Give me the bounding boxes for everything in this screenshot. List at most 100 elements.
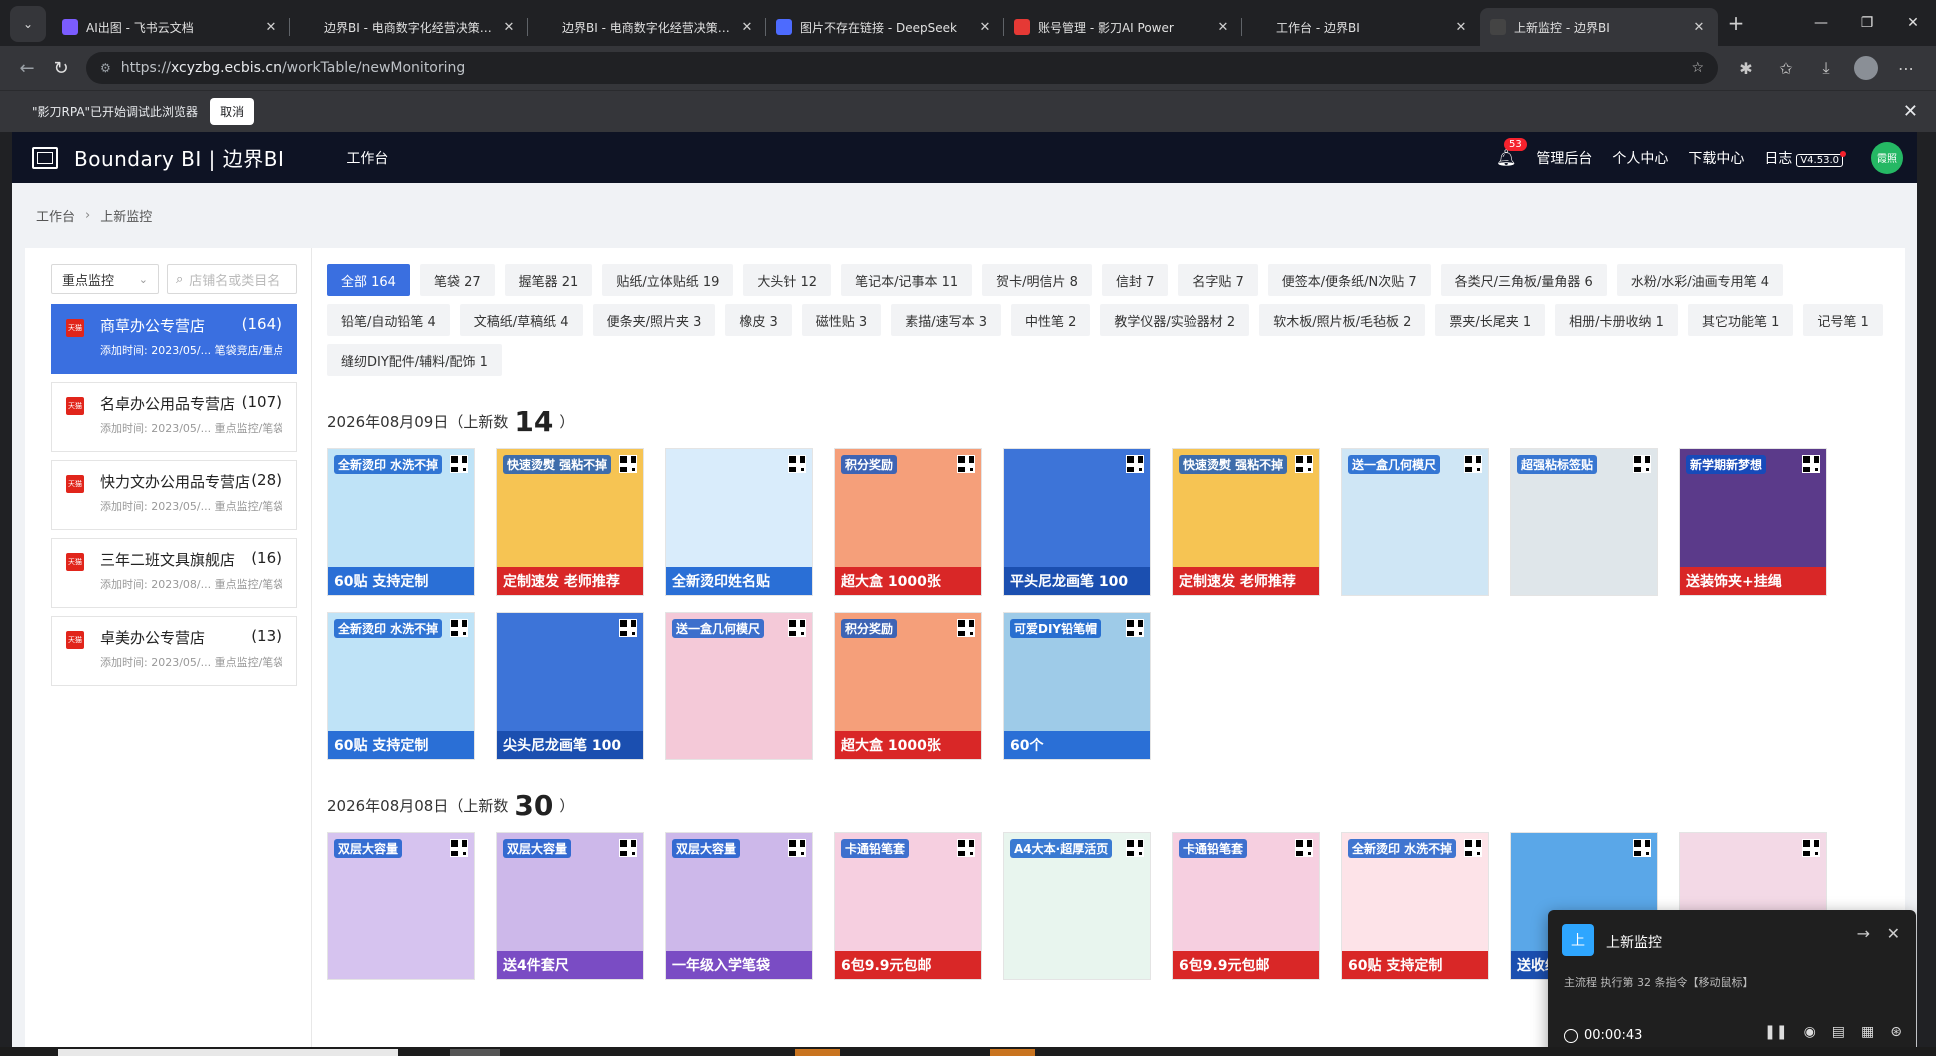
category-tag[interactable]: 素描/速写本 3 [891, 304, 1001, 336]
browser-tab[interactable]: 边界BI - 电商数字化经营决策系统 ✕ [290, 8, 528, 46]
shop-search-input[interactable]: ⌕ 店铺名或类目名 [167, 264, 297, 294]
browser-tab[interactable]: 账号管理 - 影刀AI Power ✕ [1004, 8, 1242, 46]
restore-button[interactable]: ❐ [1844, 0, 1890, 46]
category-tag[interactable]: 磁性贴 3 [801, 304, 882, 336]
downloads-icon[interactable]: ⤓ [1806, 51, 1846, 85]
widget-close-icon[interactable]: ✕ [1887, 924, 1900, 943]
qr-code-icon[interactable] [788, 619, 806, 637]
product-thumbnail[interactable]: 全新烫印 水洗不掉 60贴 支持定制 [327, 448, 475, 596]
product-thumbnail[interactable]: 快速烫熨 强粘不掉 定制速发 老师推荐 [496, 448, 644, 596]
product-thumbnail[interactable]: 全新烫印姓名贴 [665, 448, 813, 596]
app-logo-icon[interactable] [32, 146, 58, 169]
category-tag[interactable]: 铅笔/自动铅笔 4 [327, 304, 450, 336]
product-thumbnail[interactable]: 积分奖励 超大盒 1000张 [834, 612, 982, 760]
category-tag[interactable]: 贺卡/明信片 8 [982, 264, 1092, 296]
product-thumbnail[interactable]: 新学期新梦想 送装饰夹+挂绳 [1679, 448, 1827, 596]
category-tag[interactable]: 缝纫DIY配件/辅料/配饰 1 [327, 344, 502, 376]
product-thumbnail[interactable]: A4大本·超厚活页 [1003, 832, 1151, 980]
shop-list-item[interactable]: 天猫 三年二班文具旗舰店 (16) 添加时间: 2023/08/... 重点监控/笔袋… [51, 538, 297, 608]
nav-personal-center[interactable]: 个人中心 [1612, 148, 1668, 168]
category-tag[interactable]: 各类尺/三角板/量角器 6 [1440, 264, 1607, 296]
browser-tab[interactable]: 上新监控 - 边界BI ✕ [1480, 8, 1718, 46]
category-tag[interactable]: 笔记本/记事本 11 [841, 264, 973, 296]
minimize-button[interactable]: — [1798, 0, 1844, 46]
qr-code-icon[interactable] [1464, 839, 1482, 857]
nav-workbench[interactable]: 工作台 [346, 148, 388, 168]
qr-code-icon[interactable] [619, 455, 637, 473]
back-button[interactable]: ← [10, 51, 44, 85]
tab-close-icon[interactable]: ✕ [500, 20, 518, 35]
qr-code-icon[interactable] [1802, 455, 1820, 473]
infobar-cancel-button[interactable]: 取消 [210, 98, 255, 125]
tab-close-icon[interactable]: ✕ [1452, 20, 1470, 35]
tab-close-icon[interactable]: ✕ [262, 20, 280, 35]
new-tab-button[interactable]: + [1718, 5, 1754, 41]
infobar-close-icon[interactable]: ✕ [1903, 101, 1918, 122]
qr-code-icon[interactable] [957, 619, 975, 637]
extensions-icon[interactable]: ✱ [1726, 51, 1766, 85]
category-tag[interactable]: 软木板/照片板/毛毡板 2 [1259, 304, 1426, 336]
taskbar-item[interactable] [58, 1049, 398, 1056]
product-thumbnail[interactable]: 双层大容量 送4件套尺 [496, 832, 644, 980]
qr-code-icon[interactable] [619, 839, 637, 857]
site-info-icon[interactable]: ⚙ [100, 61, 111, 75]
arrow-right-icon[interactable]: → [1857, 924, 1870, 943]
qr-code-icon[interactable] [450, 839, 468, 857]
qr-code-icon[interactable] [450, 619, 468, 637]
browser-tab[interactable]: 边界BI - 电商数字化经营决策系统 ✕ [528, 8, 766, 46]
monitor-group-select[interactable]: 重点监控 ⌄ [51, 264, 159, 294]
category-tag[interactable]: 教学仪器/实验器材 2 [1100, 304, 1250, 336]
qr-code-icon[interactable] [957, 839, 975, 857]
address-bar[interactable]: ⚙ https://xcyzbg.ecbis.cn/workTable/newM… [86, 52, 1718, 84]
product-thumbnail[interactable]: 卡通铅笔套 6包9.9元包邮 [1172, 832, 1320, 980]
qr-code-icon[interactable] [1802, 839, 1820, 857]
nav-download-center[interactable]: 下载中心 [1688, 148, 1744, 168]
qr-code-icon[interactable] [957, 455, 975, 473]
category-tag[interactable]: 全部 164 [327, 264, 410, 296]
product-thumbnail[interactable]: 双层大容量 [327, 832, 475, 980]
stop-icon[interactable]: ◉ [1804, 1024, 1816, 1040]
product-thumbnail[interactable]: 送一盒几何模尺 [665, 612, 813, 760]
tab-search-button[interactable]: ⌄ [10, 6, 46, 42]
shop-list-item[interactable]: 天猫商草办公专营店 (164) 添加时间: 2023/05/... 笔袋竞店/重点监… [51, 304, 297, 374]
category-tag[interactable]: 贴纸/立体贴纸 19 [602, 264, 734, 296]
category-tag[interactable]: 文稿纸/草稿纸 4 [459, 304, 583, 336]
user-avatar[interactable]: 霞照 [1871, 141, 1903, 174]
table-icon[interactable]: ▦ [1861, 1024, 1874, 1040]
qr-code-icon[interactable] [450, 455, 468, 473]
reload-button[interactable]: ↻ [44, 51, 78, 85]
category-tag[interactable]: 笔袋 27 [419, 264, 495, 296]
product-thumbnail[interactable]: 双层大容量 一年级入学笔袋 [665, 832, 813, 980]
qr-code-icon[interactable] [619, 619, 637, 637]
category-tag[interactable]: 便条夹/照片夹 3 [592, 304, 716, 336]
product-thumbnail[interactable]: 快速烫熨 强粘不掉 定制速发 老师推荐 [1172, 448, 1320, 596]
product-thumbnail[interactable]: 超强粘标签贴 [1510, 448, 1658, 596]
breadcrumb-root[interactable]: 工作台 [36, 206, 75, 225]
taskbar-item[interactable] [990, 1049, 1035, 1056]
tab-close-icon[interactable]: ✕ [1690, 20, 1708, 35]
profile-avatar[interactable] [1854, 56, 1878, 80]
category-tag[interactable]: 名字贴 7 [1178, 264, 1258, 296]
notification-bell[interactable]: 🔔︎ 53 [1496, 138, 1527, 167]
more-menu-icon[interactable]: ⋯ [1886, 51, 1926, 85]
log-icon[interactable]: ▤ [1832, 1024, 1845, 1040]
qr-code-icon[interactable] [1295, 839, 1313, 857]
browser-tab[interactable]: 图片不存在链接 - DeepSeek ✕ [766, 8, 1004, 46]
product-thumbnail[interactable]: 积分奖励 超大盒 1000张 [834, 448, 982, 596]
category-tag[interactable]: 其它功能笔 1 [1687, 304, 1794, 336]
category-tag[interactable]: 票夹/长尾夹 1 [1435, 304, 1546, 336]
shop-list-item[interactable]: 天猫 名卓办公用品专营店 (107) 添加时间: 2023/05/... 重点监控/笔… [51, 382, 297, 452]
category-tag[interactable]: 信封 7 [1101, 264, 1169, 296]
qr-code-icon[interactable] [1464, 455, 1482, 473]
category-tag[interactable]: 大头针 12 [743, 264, 832, 296]
product-thumbnail[interactable]: 全新烫印 水洗不掉 60贴 支持定制 [327, 612, 475, 760]
category-tag[interactable]: 记号笔 1 [1803, 304, 1883, 336]
category-tag[interactable]: 水粉/水彩/油画专用笔 4 [1616, 264, 1783, 296]
product-thumbnail[interactable]: 全新烫印 水洗不掉 60贴 支持定制 [1341, 832, 1489, 980]
qr-code-icon[interactable] [1295, 455, 1313, 473]
product-thumbnail[interactable]: 送一盒几何模尺 [1341, 448, 1489, 596]
favorites-icon[interactable]: ✩ [1766, 51, 1806, 85]
tab-close-icon[interactable]: ✕ [976, 20, 994, 35]
taskbar-item[interactable] [450, 1049, 500, 1056]
qr-code-icon[interactable] [1633, 455, 1651, 473]
